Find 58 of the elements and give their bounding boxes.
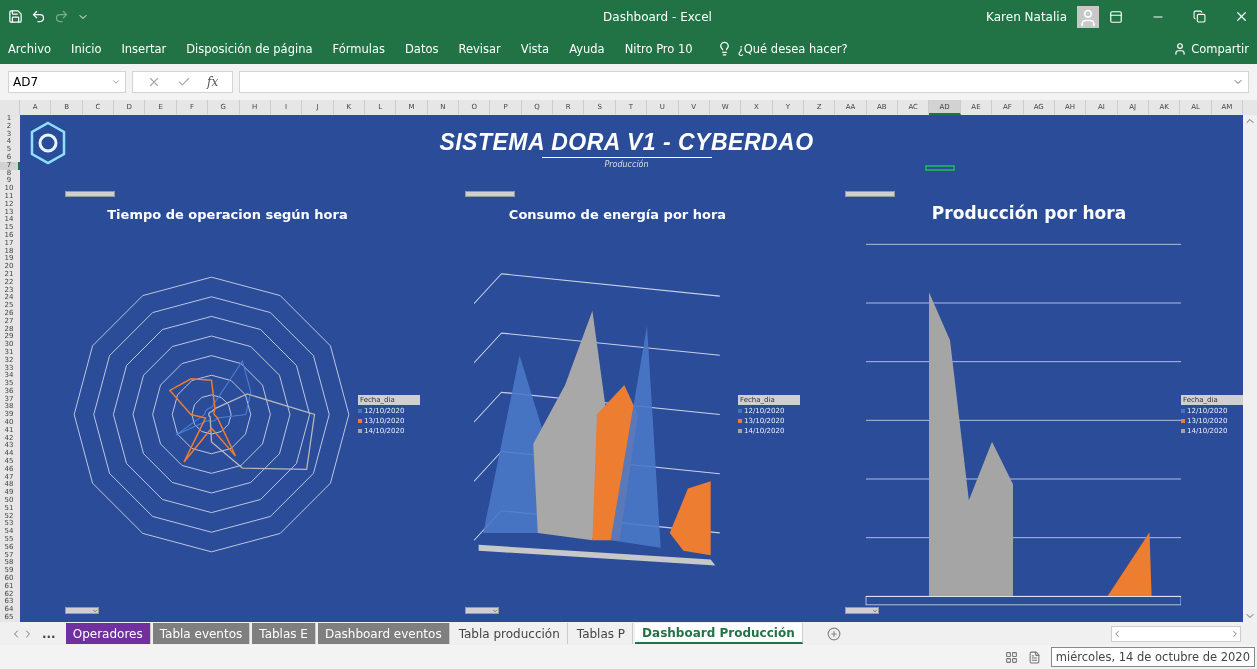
field-button[interactable] bbox=[465, 191, 515, 197]
formula-input[interactable] bbox=[239, 71, 1249, 93]
field-dropdown[interactable] bbox=[465, 607, 499, 614]
insert-function-button[interactable]: fx bbox=[207, 75, 219, 89]
status-date: miércoles, 14 de octubre de 2020 bbox=[1050, 647, 1255, 667]
chart-title: Producción por hora bbox=[930, 203, 1128, 223]
ribbon-tab[interactable]: Nitro Pro 10 bbox=[624, 41, 693, 56]
ribbon-display-icon[interactable] bbox=[1109, 9, 1123, 24]
field-dropdown[interactable] bbox=[65, 607, 99, 614]
scroll-right-icon[interactable] bbox=[1230, 628, 1240, 639]
sheet-tab[interactable]: Tablas P bbox=[569, 623, 634, 644]
ribbon-tab[interactable]: Ayuda bbox=[569, 41, 605, 56]
field-button[interactable] bbox=[65, 191, 115, 197]
share-button[interactable]: Compartir bbox=[1173, 41, 1249, 56]
sheet-tab[interactable]: Tabla eventos bbox=[152, 623, 251, 644]
search-field[interactable]: ¿Qué desea hacer? bbox=[737, 41, 848, 56]
page-layout-icon[interactable] bbox=[1027, 650, 1041, 664]
cancel-icon[interactable] bbox=[147, 75, 161, 89]
sheet-tab[interactable]: Dashboard Producción bbox=[635, 623, 803, 644]
scroll-left-icon[interactable] bbox=[1112, 628, 1122, 639]
restore-icon[interactable] bbox=[1193, 10, 1206, 23]
ribbon-tab[interactable]: Disposición de página bbox=[186, 41, 313, 56]
field-dropdown[interactable] bbox=[845, 607, 879, 614]
chart-title: Tiempo de operacion según hora bbox=[106, 207, 349, 222]
ribbon-tab[interactable]: Vista bbox=[520, 41, 550, 56]
hexagon-logo-icon bbox=[30, 121, 66, 165]
person-icon bbox=[1173, 41, 1188, 56]
caret-icon bbox=[872, 607, 878, 614]
dashboard-title: SISTEMA DORA V1 - CYBERDAO bbox=[439, 129, 814, 156]
window-title: Dashboard - Excel bbox=[602, 9, 713, 24]
undo-icon[interactable] bbox=[31, 9, 46, 24]
new-sheet-icon[interactable] bbox=[826, 626, 841, 641]
field-button[interactable] bbox=[845, 191, 895, 197]
sheet-tab[interactable]: Tablas E bbox=[252, 623, 316, 644]
name-box[interactable]: AD7 bbox=[8, 71, 126, 93]
ribbon-tab[interactable]: Archivo bbox=[8, 41, 51, 56]
caret-icon bbox=[92, 607, 98, 614]
close-icon[interactable] bbox=[1234, 9, 1249, 24]
check-icon[interactable] bbox=[177, 75, 191, 89]
ribbon-tab[interactable]: Insertar bbox=[121, 41, 167, 56]
ribbon-tab[interactable]: Datos bbox=[405, 41, 439, 56]
sheet-tab[interactable]: Operadores bbox=[65, 623, 151, 644]
normal-view-icon[interactable] bbox=[1004, 650, 1018, 664]
dashboard-subtitle: Producción bbox=[604, 160, 649, 169]
avatar-icon[interactable] bbox=[1077, 5, 1099, 28]
chart-title: Consumo de energía por hora bbox=[507, 207, 728, 222]
sheet-tab[interactable]: Tabla producción bbox=[451, 623, 568, 644]
sheet-tab[interactable]: Dashboard eventos bbox=[317, 623, 450, 644]
horizontal-scrollbar[interactable] bbox=[1111, 625, 1241, 642]
more-sheets-button[interactable]: ... bbox=[42, 626, 56, 641]
selected-cell bbox=[925, 165, 955, 171]
caret-icon bbox=[492, 607, 498, 614]
ribbon-tab[interactable]: Inicio bbox=[71, 41, 102, 56]
ribbon-tab[interactable]: Revisar bbox=[458, 41, 501, 56]
save-icon[interactable] bbox=[8, 9, 23, 24]
series-area bbox=[1107, 532, 1152, 597]
user-name: Karen Natalia bbox=[985, 9, 1067, 24]
ribbon-tab[interactable]: Fórmulas bbox=[332, 41, 385, 56]
